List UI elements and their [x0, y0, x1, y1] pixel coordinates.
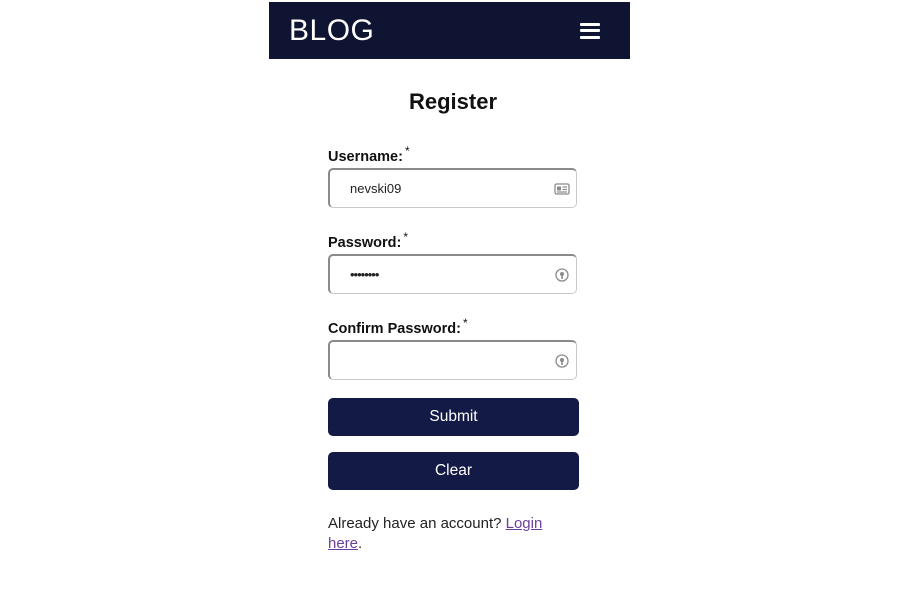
required-marker: *: [462, 316, 468, 330]
confirm-password-label: Confirm Password: *: [328, 316, 468, 337]
password-key-icon[interactable]: [554, 353, 570, 369]
page-title: Register: [408, 89, 498, 114]
username-label: Username: *: [328, 144, 410, 165]
password-input[interactable]: [330, 256, 550, 293]
login-prompt-period: .: [358, 535, 363, 552]
submit-button[interactable]: Submit: [328, 398, 579, 436]
login-prompt-text: Already have an account?: [328, 515, 506, 532]
required-marker: *: [403, 230, 409, 244]
username-field-group: Username: *: [328, 140, 579, 208]
navbar: BLOG: [269, 2, 630, 59]
contact-card-icon[interactable]: [554, 181, 570, 197]
clear-button[interactable]: Clear: [328, 452, 579, 490]
password-key-icon[interactable]: [554, 267, 570, 283]
required-marker: *: [404, 144, 410, 158]
password-input-wrapper: [328, 254, 577, 294]
register-form: Username:* Password:*: [328, 140, 579, 554]
username-input[interactable]: [330, 170, 550, 207]
login-prompt: Already have an account? Login here.: [328, 514, 579, 554]
hamburger-menu-icon[interactable]: [580, 22, 600, 39]
username-input-wrapper: [328, 168, 577, 208]
password-field-group: Password: *: [328, 226, 579, 294]
confirm-password-field-group: Confirm Password: *: [328, 312, 579, 380]
password-label: Password: *: [328, 230, 409, 251]
page: BLOG Register Username:* Password:*: [0, 0, 900, 600]
confirm-password-input[interactable]: [330, 342, 550, 379]
confirm-password-input-wrapper: [328, 340, 577, 380]
brand-logo[interactable]: BLOG: [289, 14, 374, 48]
